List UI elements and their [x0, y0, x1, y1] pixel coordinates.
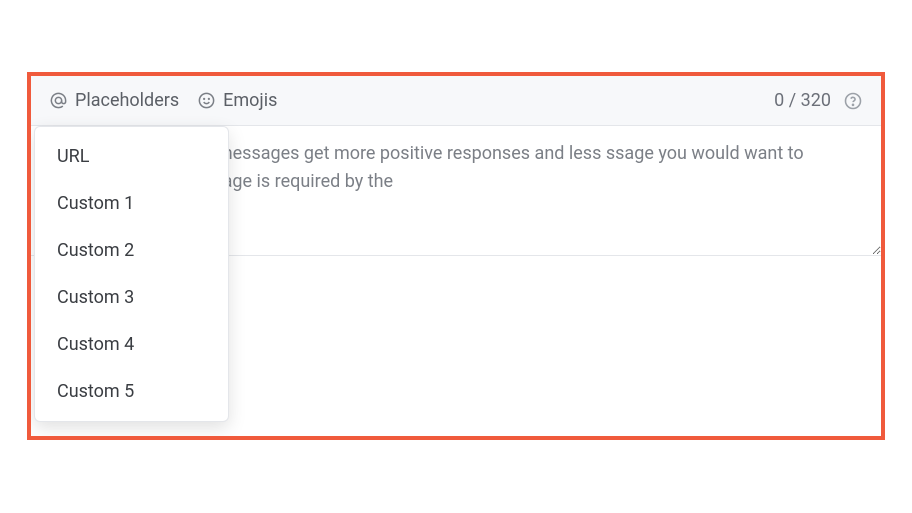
- dropdown-item-custom4[interactable]: Custom 4: [35, 321, 228, 368]
- placeholders-label: Placeholders: [75, 90, 179, 111]
- dropdown-item-custom3[interactable]: Custom 3: [35, 274, 228, 321]
- char-counter: 0 / 320: [774, 90, 831, 111]
- toolbar-right: 0 / 320: [774, 90, 863, 111]
- help-icon[interactable]: [843, 91, 863, 111]
- placeholders-button[interactable]: Placeholders: [49, 90, 179, 111]
- editor-toolbar: Placeholders Emojis 0 / 320: [31, 76, 881, 126]
- editor-frame: Placeholders Emojis 0 / 320: [27, 72, 885, 440]
- dropdown-item-label: Custom 3: [57, 287, 134, 308]
- dropdown-item-label: Custom 4: [57, 334, 134, 355]
- dropdown-item-custom1[interactable]: Custom 1: [35, 180, 228, 227]
- at-icon: [49, 91, 68, 110]
- dropdown-item-label: Custom 1: [57, 193, 134, 214]
- dropdown-item-custom5[interactable]: Custom 5: [35, 368, 228, 415]
- placeholders-dropdown: URL Custom 1 Custom 2 Custom 3 Custom 4 …: [34, 126, 229, 422]
- dropdown-item-url[interactable]: URL: [35, 133, 228, 180]
- dropdown-item-label: Custom 5: [57, 381, 134, 402]
- dropdown-item-label: URL: [57, 146, 89, 167]
- emojis-label: Emojis: [223, 90, 277, 111]
- dropdown-item-label: Custom 2: [57, 240, 134, 261]
- dropdown-item-custom2[interactable]: Custom 2: [35, 227, 228, 274]
- emojis-button[interactable]: Emojis: [197, 90, 277, 111]
- smile-icon: [197, 91, 216, 110]
